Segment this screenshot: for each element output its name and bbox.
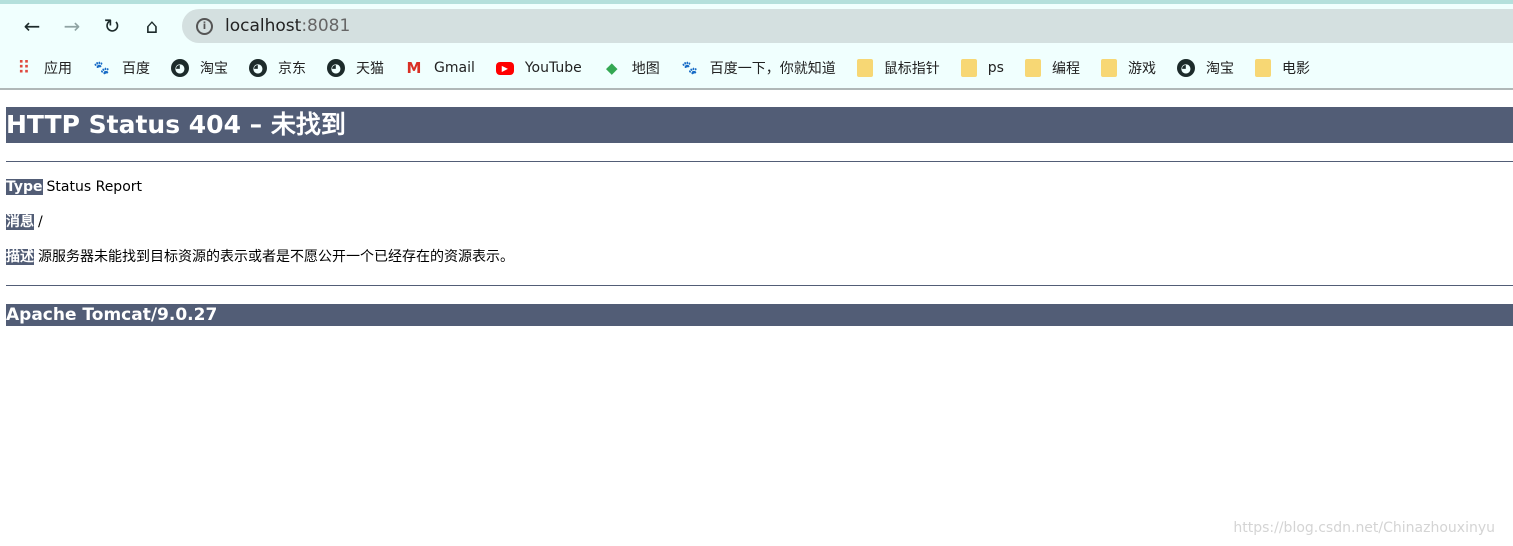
type-row: Type Status Report (6, 177, 1513, 197)
bookmark-item[interactable]: ◕ 京东 (249, 58, 306, 78)
page-title: HTTP Status 404 – 未找到 (6, 107, 1513, 143)
bookmark-label: 淘宝 (200, 61, 228, 77)
bookmark-label: 应用 (44, 61, 72, 77)
bookmark-item[interactable]: ⠿ 应用 (15, 57, 72, 79)
server-footer: Apache Tomcat/9.0.27 (6, 304, 1513, 326)
forward-icon[interactable]: → (52, 10, 92, 42)
url-host: localhost (225, 16, 302, 36)
bookmark-item[interactable]: ◕ 淘宝 (171, 58, 228, 78)
bookmark-label: 天猫 (356, 61, 384, 77)
bookmark-label: 百度 (122, 61, 150, 77)
folder-icon (1254, 59, 1271, 77)
bookmark-item[interactable]: ◕ 淘宝 (1176, 58, 1234, 78)
folder-icon (1024, 59, 1041, 77)
bookmark-label: 游戏 (1127, 61, 1156, 77)
bookmark-label: 淘宝 (1205, 61, 1234, 77)
address-bar[interactable]: i localhost:8081 (182, 9, 1513, 43)
bookmark-item[interactable]: 🐾 百度一下，你就知道 (681, 58, 836, 78)
nav-bar: ← → ↻ ⌂ i localhost:8081 (0, 4, 1513, 48)
url-port: :8081 (301, 16, 351, 36)
bookmark-item[interactable]: ◕ 天猫 (327, 58, 384, 78)
bookmark-item[interactable]: M Gmail (405, 59, 475, 77)
type-value: Status Report (46, 179, 143, 195)
message-value: / (38, 214, 43, 230)
bookmark-label: 地图 (631, 61, 660, 77)
baidu-paw-icon: 🐾 (93, 60, 111, 76)
bookmark-label: YouTube (524, 60, 582, 76)
globe-icon: ◕ (171, 59, 189, 77)
bookmark-label: ps (987, 60, 1004, 76)
type-label: Type (6, 179, 43, 195)
globe-icon: ◕ (327, 59, 345, 77)
youtube-icon: ▶ (495, 61, 514, 75)
apps-grid-icon: ⠿ (17, 57, 31, 79)
divider (6, 285, 1513, 286)
back-icon[interactable]: ← (12, 10, 52, 42)
browser-chrome: ← → ↻ ⌂ i localhost:8081 ⠿ 应用 🐾 百度 ◕ 淘宝 ◕ 京东 ◕ 天猫… (0, 0, 1513, 90)
message-label: 消息 (6, 214, 34, 230)
watermark: https://blog.csdn.net/Chinazhouxinyu (1233, 520, 1495, 536)
maps-icon: ◆ (606, 59, 618, 77)
description-label: 描述 (6, 249, 34, 265)
bookmark-item[interactable]: ◆ 地图 (603, 58, 660, 78)
bookmark-label: 京东 (278, 61, 306, 77)
message-row: 消息 / (6, 212, 1513, 232)
bookmark-item[interactable]: 编程 (1024, 58, 1080, 78)
page-content: HTTP Status 404 – 未找到 Type Status Report … (0, 107, 1513, 326)
reload-icon[interactable]: ↻ (92, 10, 132, 42)
globe-icon: ◕ (249, 59, 267, 77)
bookmark-item[interactable]: 游戏 (1100, 58, 1156, 78)
bookmark-label: Gmail (434, 60, 475, 76)
bookmark-item[interactable]: ps (960, 59, 1004, 77)
folder-icon (856, 59, 873, 77)
url-text[interactable]: localhost:8081 (225, 16, 350, 36)
bookmark-label: 编程 (1051, 61, 1080, 77)
divider (6, 161, 1513, 162)
bookmark-label: 电影 (1281, 61, 1310, 77)
description-row: 描述 源服务器未能找到目标资源的表示或者是不愿公开一个已经存在的资源表示。 (6, 247, 1513, 267)
info-icon[interactable]: i (196, 17, 213, 35)
folder-icon (1100, 59, 1117, 77)
bookmark-item[interactable]: ▶ YouTube (495, 60, 582, 76)
bookmarks-bar: ⠿ 应用 🐾 百度 ◕ 淘宝 ◕ 京东 ◕ 天猫 M Gmail ▶ YouTube ◆ 地图 🐾 百度一下，你就… (0, 48, 1513, 88)
bookmark-item[interactable]: 🐾 百度 (93, 58, 150, 78)
gmail-icon: M (406, 59, 422, 77)
description-value: 源服务器未能找到目标资源的表示或者是不愿公开一个已经存在的资源表示。 (38, 249, 514, 265)
globe-icon: ◕ (1176, 59, 1195, 77)
home-icon[interactable]: ⌂ (132, 10, 172, 42)
bookmark-item[interactable]: 鼠标指针 (856, 58, 940, 78)
folder-icon (960, 59, 977, 77)
baidu-paw-icon: 🐾 (681, 60, 698, 76)
bookmark-item[interactable]: 电影 (1254, 58, 1310, 78)
bookmark-label: 百度一下，你就知道 (709, 61, 836, 77)
bookmark-label: 鼠标指针 (883, 61, 940, 77)
